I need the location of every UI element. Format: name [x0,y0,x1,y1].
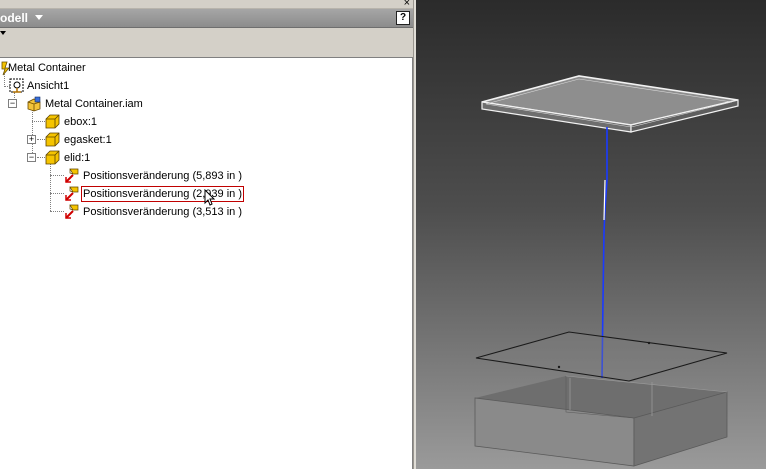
tree-item-label: Metal Container.iam [45,98,143,110]
tree-item-assembly[interactable]: − Metal Container.iam [0,96,150,112]
part-cube-icon [45,114,60,129]
tree-item-label: Positionsveränderung (5,893 in ) [83,170,242,182]
tree-item-position-change[interactable]: Positionsveränderung (3,513 in ) [0,204,260,220]
model-browser-panel: × odell ? Metal Container Ansicht1 − Met… [0,0,416,469]
position-tweak-icon [65,204,79,219]
collapse-toggle[interactable]: − [27,153,36,162]
browser-title[interactable]: odell [0,11,28,25]
assembly-icon [27,96,41,112]
gasket-part[interactable] [475,331,728,382]
close-panel-icon[interactable]: × [404,0,410,9]
tree-item-view[interactable]: Ansicht1 [0,78,80,94]
box-part[interactable] [474,375,728,467]
tree-item-label: Metal Container [8,62,86,74]
tree-item-component[interactable]: ebox:1 [0,114,110,130]
tree-item-component[interactable]: + egasket:1 [0,132,120,148]
expand-toggle[interactable]: + [27,135,36,144]
lid-part[interactable] [481,75,739,133]
part-cube-icon [45,150,60,165]
model-tree[interactable]: Metal Container Ansicht1 − Metal Contain… [0,57,413,469]
filter-dropdown-icon[interactable] [0,31,6,35]
model-canvas [474,75,739,467]
tree-item-label: egasket:1 [64,134,112,146]
tree-item-label: Ansicht1 [27,80,70,92]
chevron-down-icon[interactable] [35,15,43,20]
mouse-pointer-icon [204,189,216,206]
graphics-viewport[interactable] [416,0,766,469]
tree-item-component[interactable]: − elid:1 [0,150,110,166]
tree-item-position-change-selected[interactable]: Positionsveränderung (2,939 in ) [0,186,260,202]
tree-item-label: Positionsveränderung (3,513 in ) [83,206,242,218]
position-tweak-icon [65,168,79,183]
view-icon [9,78,24,93]
position-tweak-icon [65,186,79,201]
part-cube-icon [45,132,60,147]
tree-item-root[interactable]: Metal Container [0,60,120,76]
browser-title-bar[interactable]: odell ? [0,9,416,28]
help-button[interactable]: ? [396,11,410,25]
tree-item-label: Positionsveränderung (2,939 in ) [81,186,244,202]
tree-item-position-change[interactable]: Positionsveränderung (5,893 in ) [0,168,260,184]
tree-item-label: elid:1 [64,152,91,164]
tree-item-label: ebox:1 [64,116,98,128]
filter-row [0,28,416,57]
collapse-toggle[interactable]: − [8,99,17,108]
top-strip: × [0,0,416,9]
